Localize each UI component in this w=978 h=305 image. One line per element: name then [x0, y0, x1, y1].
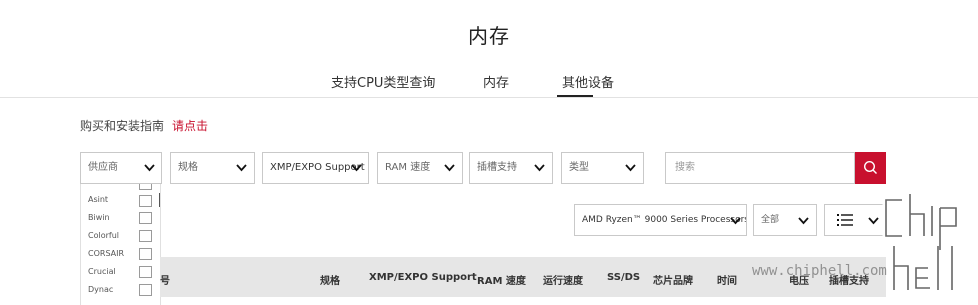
- column-header-run-speed: 运行速度: [543, 276, 583, 287]
- chevron-down-icon: [235, 161, 248, 174]
- tab-cpu-support[interactable]: 支持CPU类型查询: [331, 72, 435, 91]
- type-select-label: 类型: [569, 162, 589, 173]
- view-toggle[interactable]: [824, 204, 886, 236]
- column-header-timing: 时间: [717, 276, 737, 287]
- chevron-down-icon: [624, 161, 637, 174]
- chevron-down-icon: [729, 214, 742, 227]
- supplier-select-label: 供应商: [88, 162, 118, 173]
- spec-select[interactable]: 规格: [170, 152, 255, 184]
- supplier-checkbox[interactable]: [139, 212, 152, 224]
- supplier-option[interactable]: Biwin: [88, 213, 110, 222]
- chevron-down-icon: [533, 161, 546, 174]
- supplier-option[interactable]: Asint: [88, 195, 108, 204]
- supplier-checkbox[interactable]: [139, 284, 152, 296]
- supplier-option[interactable]: Crucial: [88, 267, 116, 276]
- tab-bar: 支持CPU类型查询 内存 其他设备: [0, 72, 978, 97]
- guide-link[interactable]: 请点击: [172, 119, 208, 133]
- buying-guide: 购买和安装指南 请点击: [80, 117, 208, 134]
- list-view-icon: [837, 214, 853, 226]
- all-select-label: 全部: [761, 215, 780, 225]
- supplier-checkbox[interactable]: [139, 195, 152, 207]
- column-header-ssds: SS/DS: [607, 272, 641, 283]
- chevron-down-icon: [143, 161, 156, 174]
- spec-select-label: 规格: [178, 162, 198, 173]
- chevron-down-icon: [797, 214, 810, 227]
- column-header-xmp: XMP/EXPO Support: [369, 272, 477, 283]
- supplier-checkbox[interactable]: [139, 230, 152, 242]
- watermark-logo-icon: [882, 194, 960, 292]
- guide-text: 购买和安装指南: [80, 119, 165, 133]
- processor-select-label: AMD Ryzen™ 9000 Series Processors: [582, 215, 747, 225]
- chevron-down-icon: [867, 214, 880, 227]
- column-header: 号: [160, 276, 170, 287]
- supplier-checkbox[interactable]: [139, 184, 152, 190]
- all-select[interactable]: 全部: [753, 204, 817, 236]
- supplier-checkbox[interactable]: [139, 266, 152, 278]
- xmp-select[interactable]: XMP/EXPO Support: [262, 152, 369, 184]
- chevron-down-icon: [443, 161, 456, 174]
- chevron-down-icon: [350, 161, 363, 174]
- supplier-dropdown: Asint Biwin Colorful CORSAIR Crucial Dyn…: [80, 184, 161, 305]
- page-title: 内存: [468, 24, 510, 48]
- watermark-text: www.chiphell.com: [752, 263, 887, 279]
- processor-select[interactable]: AMD Ryzen™ 9000 Series Processors: [574, 204, 747, 236]
- supplier-select[interactable]: 供应商: [80, 152, 162, 184]
- type-select[interactable]: 类型: [561, 152, 644, 184]
- slot-select-label: 插槽支持: [477, 162, 517, 173]
- search-icon: [863, 160, 877, 174]
- supplier-option[interactable]: CORSAIR: [88, 249, 124, 258]
- ram-speed-select[interactable]: RAM 速度: [377, 152, 463, 184]
- slot-select[interactable]: 插槽支持: [469, 152, 553, 184]
- tab-memory[interactable]: 内存: [483, 72, 509, 91]
- supplier-option[interactable]: Colorful: [88, 231, 119, 240]
- divider: [0, 97, 978, 98]
- ram-speed-select-label: RAM 速度: [385, 162, 431, 173]
- column-header-ram-speed: RAM 速度: [477, 276, 526, 287]
- tab-other-devices[interactable]: 其他设备: [562, 72, 614, 91]
- dropdown-scrollbar[interactable]: [159, 193, 160, 207]
- search-input[interactable]: 搜索: [665, 152, 855, 184]
- supplier-option[interactable]: Dynac: [88, 285, 113, 294]
- column-header-spec: 规格: [320, 276, 340, 287]
- column-header-chip-brand: 芯片品牌: [653, 276, 693, 287]
- supplier-checkbox[interactable]: [139, 248, 152, 260]
